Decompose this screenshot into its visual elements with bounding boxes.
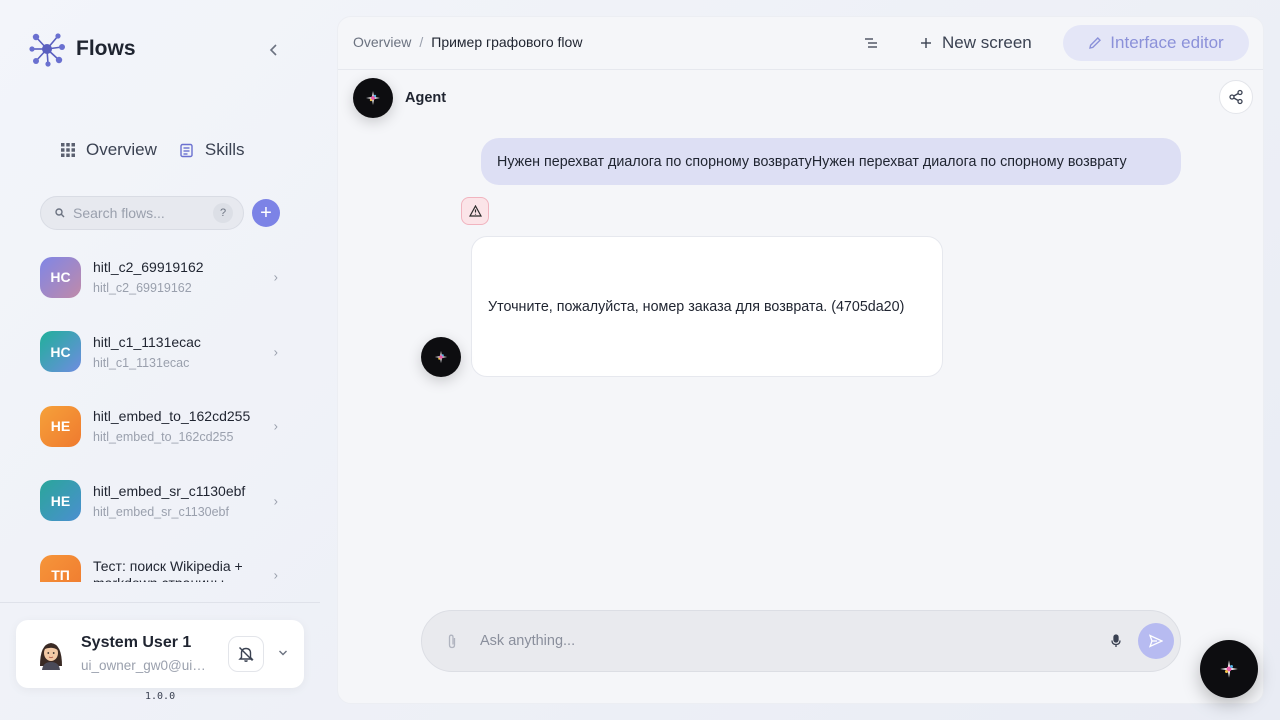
flow-title: hitl_c2_69919162	[93, 259, 204, 276]
user-name: System User 1	[81, 634, 192, 651]
flow-title: hitl_c1_1131ecac	[93, 333, 201, 350]
interface-editor-label: Interface editor	[1110, 33, 1224, 52]
user-menu-chevron-icon[interactable]	[278, 646, 288, 660]
search-flows-field: ?	[40, 196, 244, 230]
flow-list-item[interactable]: ТП Тест: поиск Wikipedia + markdown стра…	[40, 538, 290, 582]
flow-title: Тест: поиск Wikipedia + markdown страниц…	[93, 558, 243, 582]
main-panel: Overview / Пример графового flow New scr…	[337, 16, 1264, 704]
plus-icon	[921, 38, 931, 48]
add-flow-button[interactable]: +	[252, 199, 280, 227]
chevron-right-icon: ›	[273, 269, 278, 285]
flow-avatar: HE	[40, 480, 81, 522]
nav-skills-label: Skills	[204, 140, 245, 159]
chevron-right-icon: ›	[273, 418, 278, 434]
sidebar-nav: Overview Skills	[60, 140, 245, 160]
outline-toggle-button[interactable]	[862, 34, 880, 52]
flow-subtitle: hitl_embed_sr_c1130ebf	[93, 504, 229, 519]
interface-editor-button[interactable]: Interface editor	[1063, 25, 1249, 61]
outline-list-icon	[865, 38, 877, 48]
flows-logo-icon	[29, 33, 65, 67]
app-version: 1.0.0	[145, 691, 176, 702]
flow-list-item[interactable]: HC hitl_c2_69919162 hitl_c2_69919162 ›	[40, 240, 290, 315]
flow-subtitle: hitl_embed_to_162cd255	[93, 430, 234, 445]
flow-list: HC hitl_c2_69919162 hitl_c2_69919162 › H…	[40, 240, 290, 582]
microphone-icon	[1111, 634, 1121, 647]
user-message-bubble: Нужен перехват диалога по спорному возвр…	[481, 138, 1181, 185]
user-email: ui_owner_gw0@ui_tests.local	[81, 658, 213, 673]
microphone-button[interactable]	[1100, 625, 1132, 657]
share-icon	[1229, 89, 1243, 105]
pencil-icon	[1089, 37, 1102, 49]
warning-button[interactable]	[461, 197, 489, 225]
breadcrumb-current: Пример графового flow	[431, 34, 583, 50]
sidebar: Flows Overview Skills Search flows... ? …	[0, 0, 320, 720]
breadcrumb-separator: /	[419, 34, 424, 50]
sidebar-divider	[0, 602, 320, 603]
flow-title: hitl_embed_to_162cd255	[93, 408, 251, 425]
chevron-right-icon: ›	[273, 493, 278, 509]
search-help-icon[interactable]: ?	[213, 203, 233, 223]
grid-icon	[60, 142, 76, 158]
agent-avatar	[353, 78, 393, 118]
agent-message-bubble: Уточните, пожалуйста, номер заказа для в…	[471, 236, 943, 377]
breadcrumb-overview-link[interactable]: Overview	[353, 34, 411, 50]
app-name: Flows	[76, 37, 136, 60]
assistant-fab-button[interactable]	[1200, 640, 1258, 698]
flow-avatar: ТП	[40, 554, 81, 582]
flow-title: hitl_embed_sr_c1130ebf	[93, 482, 246, 499]
nav-overview[interactable]: Overview	[60, 140, 157, 160]
chat-input[interactable]	[480, 633, 1100, 649]
sparkle-icon	[1220, 660, 1238, 678]
app-logo[interactable]: Flows	[28, 30, 136, 68]
chevron-left-icon	[269, 44, 277, 56]
collapse-sidebar-button[interactable]	[262, 38, 286, 62]
send-button[interactable]	[1138, 623, 1174, 659]
flow-list-item[interactable]: HC hitl_c1_1131ecac hitl_c1_1131ecac ›	[40, 315, 290, 390]
agent-message-avatar	[421, 337, 461, 377]
flow-list-item[interactable]: HE hitl_embed_to_162cd255 hitl_embed_to_…	[40, 389, 290, 464]
search-input[interactable]	[73, 205, 213, 221]
send-icon	[1149, 634, 1163, 648]
sparkle-icon	[434, 350, 448, 364]
chevron-right-icon: ›	[273, 567, 278, 582]
user-card[interactable]: System User 1 ui_owner_gw0@ui_tests.loca…	[16, 620, 304, 688]
flow-avatar: HC	[40, 256, 81, 298]
chevron-right-icon: ›	[273, 344, 278, 360]
nav-skills[interactable]: Skills	[179, 140, 245, 160]
warning-triangle-icon	[468, 205, 482, 217]
flow-subtitle: hitl_c1_1131ecac	[93, 355, 190, 370]
avatar	[40, 643, 62, 670]
agent-message-text: Уточните, пожалуйста, номер заказа для в…	[488, 298, 905, 315]
nav-overview-label: Overview	[86, 140, 157, 159]
new-screen-button[interactable]: New screen	[920, 33, 1032, 53]
search-icon	[55, 208, 65, 218]
top-bar: Overview / Пример графового flow New scr…	[338, 17, 1263, 70]
chat-composer	[421, 610, 1181, 672]
scroll-icon	[179, 142, 195, 158]
sparkle-icon	[366, 91, 380, 105]
notifications-button[interactable]	[228, 636, 264, 672]
share-button[interactable]	[1219, 80, 1253, 114]
flow-list-item[interactable]: HE hitl_embed_sr_c1130ebf hitl_embed_sr_…	[40, 464, 290, 539]
flow-avatar: HE	[40, 405, 81, 447]
attach-icon[interactable]	[442, 634, 462, 649]
bell-off-icon	[238, 647, 254, 662]
flow-avatar: HC	[40, 331, 81, 373]
breadcrumb: Overview / Пример графового flow	[353, 34, 582, 50]
flow-subtitle: hitl_c2_69919162	[93, 281, 192, 296]
new-screen-label: New screen	[942, 33, 1032, 52]
agent-name: Agent	[405, 90, 447, 106]
